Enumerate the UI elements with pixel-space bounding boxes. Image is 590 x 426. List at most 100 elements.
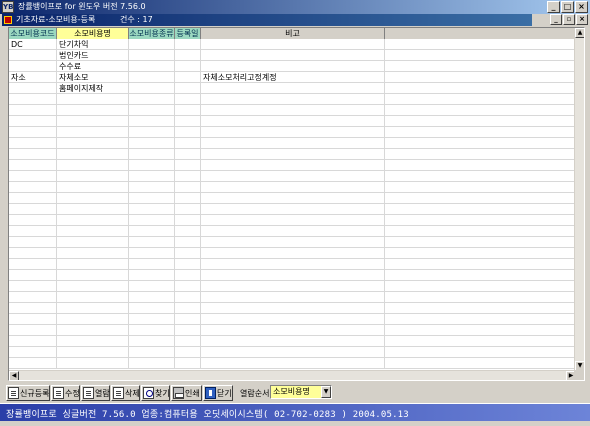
table-row[interactable] xyxy=(9,226,576,237)
cell-type xyxy=(129,358,175,369)
table-row[interactable] xyxy=(9,314,576,325)
cell-code: 자소 xyxy=(9,72,57,83)
cell-name xyxy=(57,281,129,292)
table-row[interactable] xyxy=(9,116,576,127)
cell-filler xyxy=(385,314,576,325)
cell-date xyxy=(175,248,201,259)
cell-date xyxy=(175,226,201,237)
sort-order-select[interactable]: 소모비용명 ▼ xyxy=(270,385,332,399)
table-row[interactable] xyxy=(9,215,576,226)
view-button-label: 열람 xyxy=(95,388,110,398)
table-row[interactable] xyxy=(9,281,576,292)
scrollbar-corner xyxy=(574,370,584,380)
table-row[interactable] xyxy=(9,336,576,347)
table-row[interactable] xyxy=(9,270,576,281)
table-row[interactable] xyxy=(9,237,576,248)
table-row[interactable] xyxy=(9,325,576,336)
find-button[interactable]: 찾기 xyxy=(141,385,170,401)
table-row[interactable]: DC 단기차익 xyxy=(9,39,576,50)
edit-button[interactable]: 수정 xyxy=(51,385,80,401)
cell-name xyxy=(57,314,129,325)
cell-name xyxy=(57,226,129,237)
print-button[interactable]: 인쇄 xyxy=(171,385,202,401)
cell-name xyxy=(57,193,129,204)
table-row[interactable] xyxy=(9,259,576,270)
cell-remarks xyxy=(201,171,385,182)
column-header-type[interactable]: 소모비용종류 xyxy=(129,28,175,39)
cell-code xyxy=(9,83,57,94)
new-button[interactable]: 신규등록 xyxy=(6,385,50,401)
data-grid[interactable]: 소모비용코드 소모비용명 소모비용종류 등록일 비고 DC 단기차익 법인카드 수수료… xyxy=(8,27,585,381)
close-door-icon xyxy=(205,387,216,399)
table-row[interactable] xyxy=(9,171,576,182)
grid-table: 소모비용코드 소모비용명 소모비용종류 등록일 비고 DC 단기차익 법인카드 수수료… xyxy=(9,28,576,371)
cell-name xyxy=(57,94,129,105)
cell-date xyxy=(175,171,201,182)
table-row[interactable] xyxy=(9,160,576,171)
cell-name xyxy=(57,248,129,259)
cell-name xyxy=(57,259,129,270)
delete-button[interactable]: 삭제 xyxy=(111,385,140,401)
cell-type xyxy=(129,270,175,281)
cell-filler xyxy=(385,138,576,149)
column-header-code[interactable]: 소모비용코드 xyxy=(9,28,57,39)
table-row[interactable]: 자소 자체소모 자체소모처리고정계정 xyxy=(9,72,576,83)
table-row[interactable] xyxy=(9,347,576,358)
bottom-toolbar: 신규등록 수정 열람 삭제 찾기 인쇄 닫기 열람순서 소모비용명 ▼ xyxy=(0,384,590,402)
cell-code xyxy=(9,116,57,127)
cell-type xyxy=(129,281,175,292)
cell-type xyxy=(129,193,175,204)
cell-date xyxy=(175,83,201,94)
table-row[interactable] xyxy=(9,127,576,138)
table-row[interactable]: 홈페이지제작 xyxy=(9,83,576,94)
cell-filler xyxy=(385,149,576,160)
close-form-button[interactable]: 닫기 xyxy=(203,385,233,401)
table-row[interactable] xyxy=(9,193,576,204)
maximize-button[interactable]: □ xyxy=(561,1,574,13)
minimize-button[interactable]: _ xyxy=(547,1,560,13)
table-row[interactable] xyxy=(9,182,576,193)
scroll-left-icon[interactable]: ◀ xyxy=(9,371,19,380)
column-header-name[interactable]: 소모비용명 xyxy=(57,28,129,39)
child-restore-button[interactable]: ▫ xyxy=(563,14,575,25)
child-minimize-button[interactable]: _ xyxy=(550,14,562,25)
cell-code xyxy=(9,325,57,336)
table-row[interactable] xyxy=(9,105,576,116)
delete-doc-icon xyxy=(113,387,124,399)
close-button[interactable]: × xyxy=(575,1,588,13)
column-header-date[interactable]: 등록일 xyxy=(175,28,201,39)
scroll-up-icon[interactable]: ▲ xyxy=(575,28,584,38)
view-doc-icon xyxy=(83,387,94,399)
cell-filler xyxy=(385,171,576,182)
delete-button-label: 삭제 xyxy=(125,388,140,398)
cell-remarks xyxy=(201,39,385,50)
chevron-down-icon[interactable]: ▼ xyxy=(321,386,331,398)
cell-filler xyxy=(385,83,576,94)
printer-icon xyxy=(173,387,184,399)
vertical-scrollbar[interactable]: ▲ ▼ xyxy=(574,28,584,371)
sort-order-value: 소모비용명 xyxy=(273,387,310,396)
table-row[interactable] xyxy=(9,248,576,259)
horizontal-scrollbar[interactable]: ◀ ▶ xyxy=(9,370,576,380)
table-row[interactable]: 수수료 xyxy=(9,61,576,72)
table-row[interactable] xyxy=(9,94,576,105)
table-row[interactable] xyxy=(9,303,576,314)
table-row[interactable] xyxy=(9,358,576,369)
cell-code xyxy=(9,270,57,281)
column-header-remarks[interactable]: 비고 xyxy=(201,28,385,39)
cell-filler xyxy=(385,127,576,138)
cell-remarks xyxy=(201,83,385,94)
cell-code xyxy=(9,61,57,72)
cell-remarks xyxy=(201,336,385,347)
child-close-button[interactable]: × xyxy=(576,14,588,25)
table-row[interactable]: 법인카드 xyxy=(9,50,576,61)
window-controls: _ □ × xyxy=(547,1,588,13)
table-row[interactable] xyxy=(9,138,576,149)
table-row[interactable] xyxy=(9,204,576,215)
cell-name xyxy=(57,127,129,138)
table-row[interactable] xyxy=(9,149,576,160)
cell-filler xyxy=(385,358,576,369)
view-button[interactable]: 열람 xyxy=(81,385,110,401)
table-row[interactable] xyxy=(9,292,576,303)
sort-order-label: 열람순서 xyxy=(240,389,270,398)
